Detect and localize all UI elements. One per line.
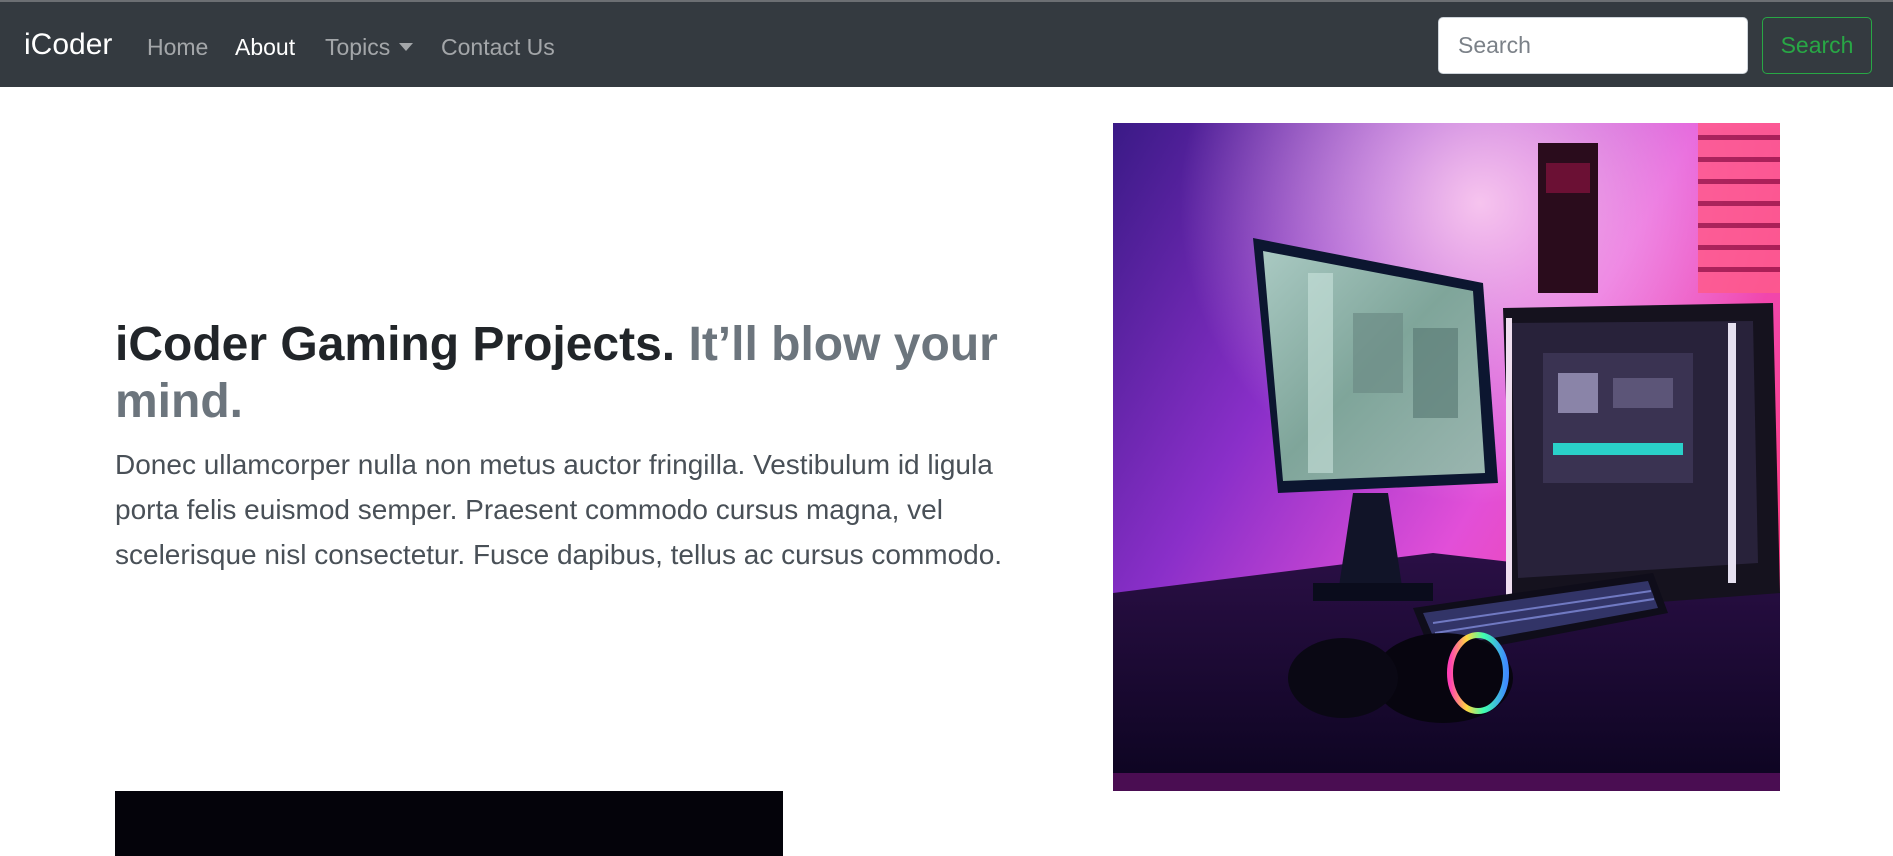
project-card-image <box>115 791 783 856</box>
hero-heading: iCoder Gaming Projects. It’ll blow your … <box>115 316 1015 430</box>
navbar: iCoder Home About Topics Contact Us Sear… <box>0 2 1893 87</box>
gaming-setup-illustration <box>1113 123 1780 791</box>
nav-about-link[interactable]: About <box>235 31 295 63</box>
gaming-setup-image <box>1113 123 1780 791</box>
nav-topics-dropdown[interactable]: Topics <box>325 31 414 63</box>
search-button[interactable]: Search <box>1762 17 1872 74</box>
nav-topics-label: Topics <box>325 34 391 60</box>
hero-heading-main: iCoder Gaming Projects. <box>115 318 676 371</box>
nav-home-link[interactable]: Home <box>147 31 208 63</box>
caret-down-icon <box>399 43 414 52</box>
brand-logo[interactable]: iCoder <box>24 25 112 65</box>
hero-lead-text: Donec ullamcorper nulla non metus auctor… <box>115 449 1003 570</box>
search-input[interactable] <box>1438 17 1748 74</box>
nav-contact-link[interactable]: Contact Us <box>441 31 555 63</box>
